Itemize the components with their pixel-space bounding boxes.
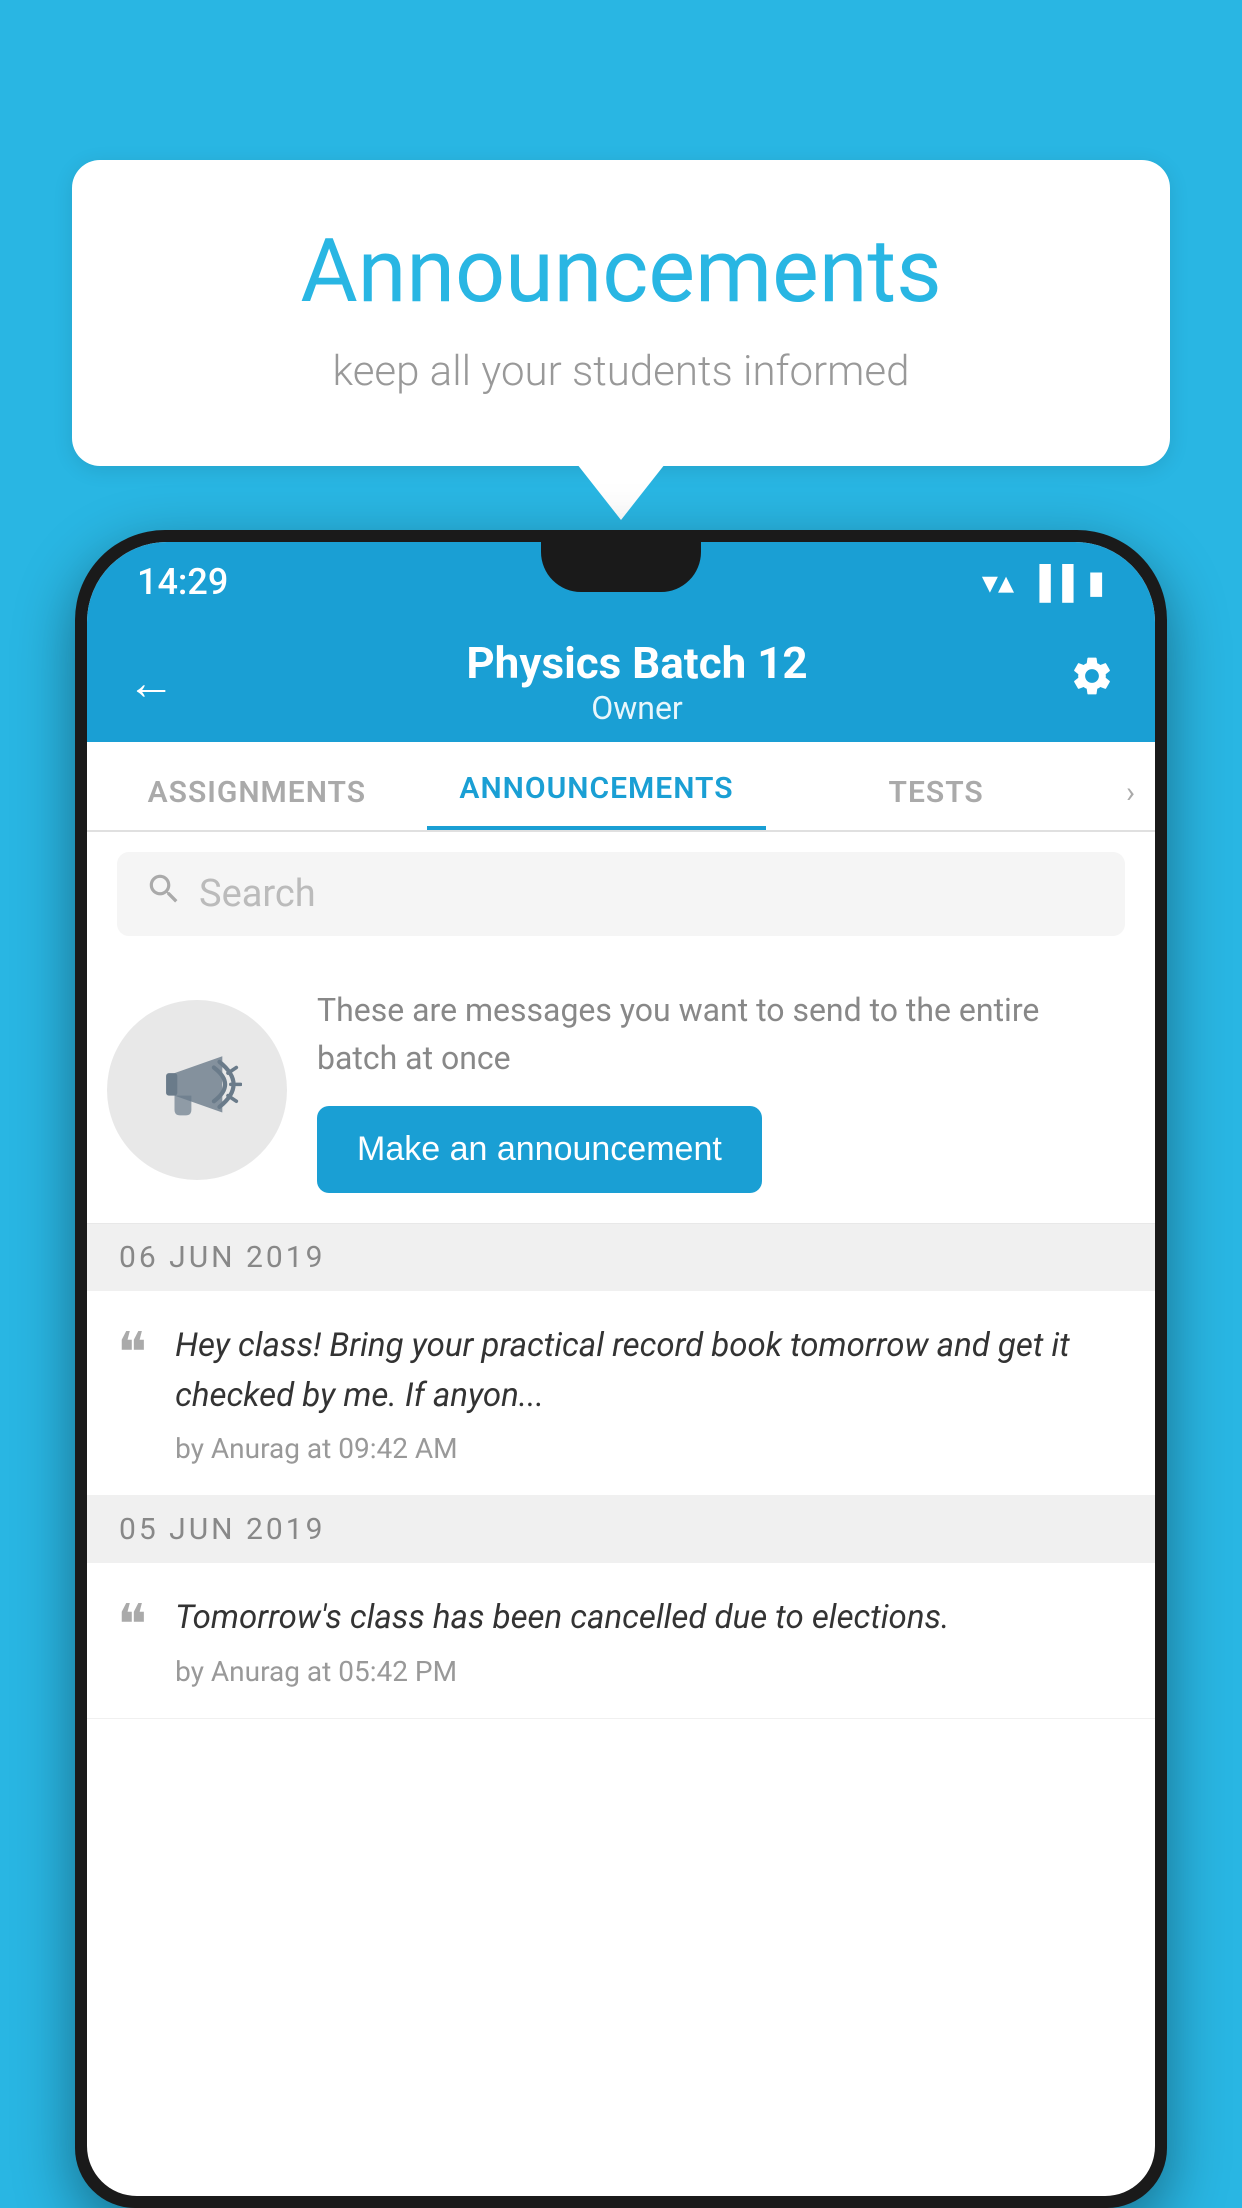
settings-icon[interactable] [1069,653,1115,711]
promo-icon-container [107,1000,287,1180]
app-bar: ← Physics Batch 12 Owner [87,622,1155,742]
bubble-title: Announcements [142,220,1100,323]
back-button[interactable]: ← [127,654,175,711]
speech-bubble: Announcements keep all your students inf… [72,160,1170,466]
announcement-meta-1: by Anurag at 09:42 AM [175,1432,1125,1465]
announcement-text-1: Hey class! Bring your practical record b… [175,1321,1125,1465]
date-separator-1: 06 JUN 2019 [87,1224,1155,1291]
battery-icon: ▮ [1087,563,1105,601]
announcement-message-1: Hey class! Bring your practical record b… [175,1321,1125,1420]
tab-tests[interactable]: TESTS [766,775,1106,830]
date-separator-2: 05 JUN 2019 [87,1496,1155,1563]
status-bar: 14:29 ▾▴ ▐▐ ▮ [87,542,1155,622]
wifi-icon: ▾▴ [982,563,1014,601]
search-icon [145,870,183,918]
announcement-meta-2: by Anurag at 05:42 PM [175,1655,1125,1688]
signal-icon: ▐▐ [1028,563,1073,601]
search-container: Search [87,832,1155,956]
make-announcement-button[interactable]: Make an announcement [317,1106,762,1193]
tab-announcements[interactable]: ANNOUNCEMENTS [427,771,767,830]
screen-content: Search [87,832,1155,2196]
phone-frame: 14:29 ▾▴ ▐▐ ▮ ← Physics Batch 12 Owner A… [75,530,1167,2208]
quote-icon-1: ❝ [117,1325,147,1381]
status-icons: ▾▴ ▐▐ ▮ [982,563,1105,601]
tab-assignments[interactable]: ASSIGNMENTS [87,775,427,830]
quote-icon-2: ❝ [117,1597,147,1653]
app-bar-center: Physics Batch 12 Owner [205,637,1069,727]
announcement-item-1[interactable]: ❝ Hey class! Bring your practical record… [87,1291,1155,1496]
promo-description: These are messages you want to send to t… [317,986,1125,1082]
phone-screen: 14:29 ▾▴ ▐▐ ▮ ← Physics Batch 12 Owner A… [87,542,1155,2196]
tab-more[interactable]: › [1106,775,1155,830]
bubble-subtitle: keep all your students informed [142,347,1100,396]
announcement-text-2: Tomorrow's class has been cancelled due … [175,1593,1125,1688]
search-placeholder: Search [199,872,316,916]
announcement-item-2[interactable]: ❝ Tomorrow's class has been cancelled du… [87,1563,1155,1719]
megaphone-icon [152,1045,242,1135]
announcement-promo: These are messages you want to send to t… [87,956,1155,1224]
promo-content: These are messages you want to send to t… [317,986,1125,1193]
search-bar[interactable]: Search [117,852,1125,936]
announcement-message-2: Tomorrow's class has been cancelled due … [175,1593,1125,1643]
status-time: 14:29 [137,561,228,603]
tabs: ASSIGNMENTS ANNOUNCEMENTS TESTS › [87,742,1155,832]
notch [541,542,701,592]
app-bar-subtitle: Owner [205,689,1069,727]
app-bar-title: Physics Batch 12 [205,637,1069,689]
